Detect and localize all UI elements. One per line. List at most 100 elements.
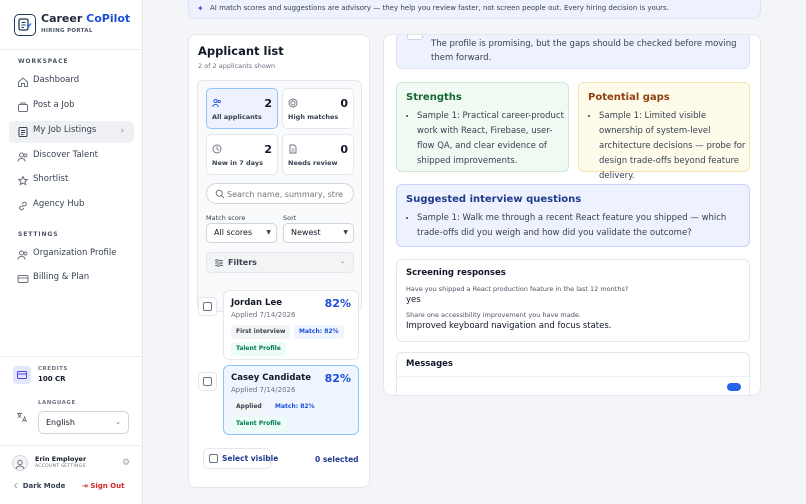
status-badge: First interview bbox=[231, 325, 291, 339]
candidate-name: Jordan Lee bbox=[231, 298, 282, 308]
sliders-icon bbox=[215, 259, 223, 267]
stat-value: 0 bbox=[340, 143, 348, 156]
language-label: LANGUAGE bbox=[38, 400, 76, 406]
sidebar-item-post-job[interactable]: Post a Job bbox=[9, 96, 134, 118]
sidebar-item-label: Shortlist bbox=[33, 174, 69, 184]
sidebar-item-billing[interactable]: Billing & Plan bbox=[9, 268, 134, 290]
workspace-section-label: WORKSPACE bbox=[18, 58, 69, 65]
potential-gaps-card: Potential gaps Sample 1: Limited visible… bbox=[578, 82, 750, 181]
user-name[interactable]: Erin Employer bbox=[35, 455, 86, 463]
sidebar-item-label: My Job Listings bbox=[33, 125, 97, 135]
sidebar-item-dashboard[interactable]: Dashboard bbox=[9, 71, 134, 93]
users-icon bbox=[17, 152, 28, 162]
sidebar-item-discover-talent[interactable]: Discover Talent bbox=[9, 146, 134, 168]
strength-item: Sample 1: Practical career-product work … bbox=[417, 109, 567, 169]
talent-profile-badge[interactable]: Talent Profile bbox=[231, 417, 286, 431]
summary-toggle[interactable] bbox=[407, 35, 423, 40]
checkbox-box bbox=[203, 377, 212, 386]
candidate-card[interactable]: Jordan Lee Applied 7/14/2026 82% First i… bbox=[223, 290, 359, 360]
applicant-list-panel: Applicant list 2 of 2 applicants shown 2… bbox=[188, 34, 370, 488]
screening-answer: yes bbox=[406, 295, 421, 305]
screening-responses-card: Screening responses Have you shipped a R… bbox=[396, 259, 750, 342]
credits-value: 100 CR bbox=[38, 375, 66, 383]
card-icon bbox=[17, 275, 29, 283]
sidebar-item-shortlist[interactable]: Shortlist bbox=[9, 170, 134, 192]
stat-label: Needs review bbox=[288, 159, 338, 167]
send-message-button[interactable] bbox=[727, 383, 741, 391]
search-box[interactable] bbox=[206, 183, 354, 204]
status-badge: Applied bbox=[231, 400, 267, 414]
selected-count: 0 selected bbox=[315, 455, 359, 464]
filter-area: 2 All applicants 0 High matches 2 New in… bbox=[197, 80, 362, 312]
candidate-checkbox[interactable] bbox=[198, 297, 217, 316]
sidebar: Career CoPilot HIRING PORTAL WORKSPACE D… bbox=[0, 0, 143, 504]
language-select[interactable]: English ⌄ bbox=[38, 411, 129, 434]
stat-value: 2 bbox=[264, 97, 272, 110]
divider bbox=[0, 356, 143, 357]
stat-value: 2 bbox=[264, 143, 272, 156]
strengths-title: Strengths bbox=[406, 92, 462, 103]
dark-mode-toggle[interactable]: ☾ Dark Mode bbox=[14, 482, 65, 490]
screening-answer: Improved keyboard navigation and focus s… bbox=[406, 321, 612, 331]
match-score-select[interactable]: All scores ▼ bbox=[206, 223, 277, 243]
sidebar-item-my-job-listings[interactable]: My Job Listings › bbox=[9, 121, 134, 143]
search-input[interactable] bbox=[227, 187, 347, 201]
messages-card: Messages bbox=[396, 352, 751, 395]
chevron-down-icon: ▼ bbox=[343, 229, 348, 236]
clock-icon bbox=[212, 144, 222, 154]
sidebar-item-label: Dashboard bbox=[33, 75, 80, 85]
dashboard-icon bbox=[18, 77, 28, 87]
chevron-down-icon: ▼ bbox=[266, 229, 271, 236]
sort-value: Newest bbox=[291, 228, 321, 237]
sidebar-item-agency-hub[interactable]: Agency Hub bbox=[9, 195, 134, 217]
sort-label: Sort bbox=[283, 214, 297, 222]
settings-section-label: SETTINGS bbox=[18, 231, 59, 238]
banner-text: AI match scores and suggestions are advi… bbox=[210, 4, 669, 12]
sort-select[interactable]: Newest ▼ bbox=[283, 223, 354, 243]
talent-profile-badge[interactable]: Talent Profile bbox=[231, 342, 286, 356]
sidebar-item-organization-profile[interactable]: Organization Profile bbox=[9, 244, 134, 266]
language-value: English bbox=[46, 418, 75, 427]
file-icon bbox=[289, 144, 297, 154]
filters-toggle[interactable]: Filters ⌄ bbox=[206, 252, 354, 273]
sidebar-item-label: Agency Hub bbox=[33, 199, 85, 209]
candidate-name: Casey Candidate bbox=[231, 373, 311, 383]
brand-subtitle: HIRING PORTAL bbox=[41, 28, 93, 34]
gear-icon[interactable]: ⚙ bbox=[122, 458, 130, 468]
filters-label: Filters bbox=[228, 258, 257, 267]
candidate-card[interactable]: Casey Candidate Applied 7/14/2026 82% Ap… bbox=[223, 365, 359, 435]
logout-icon: ⇥ bbox=[82, 482, 88, 490]
screening-question: Have you shipped a React production feat… bbox=[406, 285, 629, 293]
sign-out-button[interactable]: ⇥ Sign Out bbox=[82, 482, 124, 490]
stat-label: High matches bbox=[288, 113, 339, 121]
stat-high-matches[interactable]: 0 High matches bbox=[282, 88, 354, 129]
checkbox-box bbox=[209, 454, 218, 463]
checkbox-box bbox=[203, 302, 212, 311]
link-icon bbox=[19, 201, 27, 211]
target-icon bbox=[288, 98, 298, 108]
questions-title: Suggested interview questions bbox=[406, 194, 582, 205]
sparkle-icon: ✦ bbox=[197, 4, 204, 13]
chevron-down-icon: ⌄ bbox=[339, 258, 345, 265]
ai-advisory-banner: ✦ AI match scores and suggestions are ad… bbox=[188, 0, 761, 19]
select-visible-button[interactable]: Select visible bbox=[203, 448, 278, 469]
question-item: Sample 1: Walk me through a recent React… bbox=[417, 211, 742, 241]
avatar[interactable] bbox=[12, 455, 28, 471]
stat-all-applicants[interactable]: 2 All applicants bbox=[206, 88, 278, 129]
credits-label: CREDITS bbox=[38, 366, 68, 372]
gaps-title: Potential gaps bbox=[588, 92, 670, 103]
account-settings-link[interactable]: ACCOUNT SETTINGS bbox=[35, 464, 86, 469]
brand[interactable]: Career CoPilot HIRING PORTAL bbox=[14, 12, 139, 42]
star-icon bbox=[17, 175, 29, 186]
chevron-right-icon: › bbox=[120, 126, 124, 135]
candidate-checkbox[interactable] bbox=[198, 372, 217, 391]
search-icon bbox=[215, 189, 225, 199]
brand-logo-icon bbox=[14, 14, 36, 36]
summary-text: The profile is promising, but the gaps s… bbox=[431, 39, 737, 63]
sidebar-item-label: Post a Job bbox=[33, 100, 75, 110]
document-icon bbox=[18, 127, 28, 137]
stat-new-7-days[interactable]: 2 New in 7 days bbox=[206, 134, 278, 175]
interview-questions-card: Suggested interview questions Sample 1: … bbox=[396, 184, 750, 247]
stat-needs-review[interactable]: 0 Needs review bbox=[282, 134, 354, 175]
stat-label: New in 7 days bbox=[212, 159, 263, 167]
